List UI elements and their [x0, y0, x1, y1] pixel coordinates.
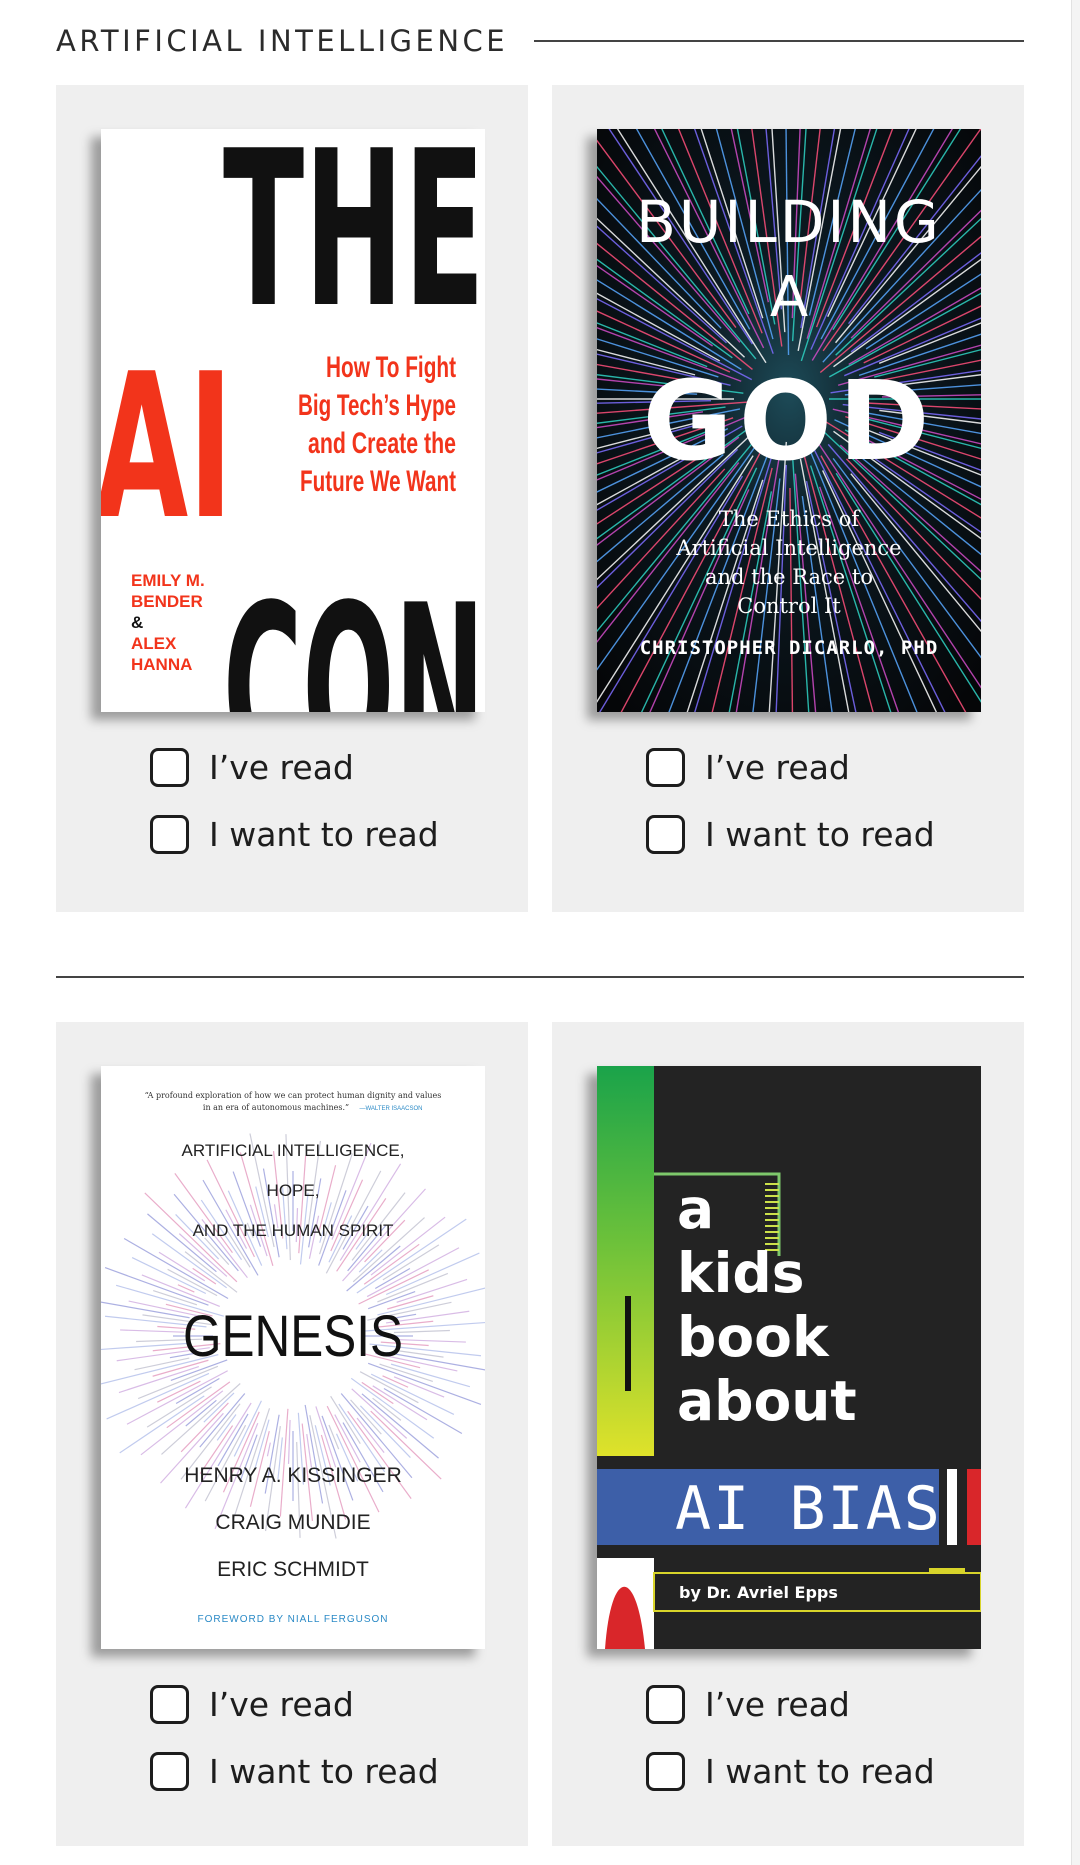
- want-to-read-checkbox[interactable]: I want to read: [646, 812, 935, 856]
- checkbox-square[interactable]: [646, 747, 685, 787]
- book-cover-kids-ai-bias[interactable]: a kids book about AI BIAS by Dr. Avriel …: [597, 1066, 981, 1649]
- god-title-3: GOD: [642, 357, 935, 485]
- checkbox-square[interactable]: [646, 1684, 685, 1724]
- god-title-1: BUILDING: [636, 188, 942, 256]
- book-checks-ai-con: I’ve read I want to read: [150, 745, 439, 879]
- genesis-subtitle-1: ARTIFICIAL INTELLIGENCE,: [182, 1141, 405, 1160]
- ai-con-subtitle-3: and Create the: [308, 427, 456, 460]
- ive-read-label: I’ve read: [209, 1684, 354, 1724]
- book-card-ai-con: THE AI How To Fight Big Tech’s Hype and …: [56, 85, 528, 912]
- god-subtitle-3: and the Race to: [705, 565, 873, 589]
- kids-title-1: a: [677, 1177, 714, 1241]
- ai-con-title-the: THE: [223, 129, 485, 355]
- book-checks-building-a-god: I’ve read I want to read: [646, 745, 935, 879]
- genesis-author-3: ERIC SCHMIDT: [217, 1558, 369, 1581]
- ai-con-author-3: ALEX: [131, 634, 177, 653]
- god-title-2: A: [770, 265, 808, 330]
- checkbox-square[interactable]: [150, 1751, 189, 1791]
- genesis-cover-image: “A profound exploration of how we can pr…: [101, 1066, 485, 1649]
- book-card-building-a-god: BUILDING A GOD The Ethics of Artificial …: [552, 85, 1024, 912]
- section-divider: [534, 40, 1024, 42]
- section-header: ARTIFICIAL INTELLIGENCE: [56, 18, 1024, 64]
- genesis-title: GENESIS: [183, 1304, 403, 1369]
- ai-con-subtitle-4: Future We Want: [300, 465, 456, 498]
- genesis-subtitle-3: AND THE HUMAN SPIRIT: [193, 1221, 394, 1240]
- ai-con-author-4: HANNA: [131, 655, 192, 674]
- ive-read-label: I’ve read: [705, 1684, 850, 1724]
- kids-title-2: kids: [677, 1241, 805, 1305]
- kids-topic: AI BIAS: [675, 1474, 942, 1544]
- ive-read-checkbox[interactable]: I’ve read: [646, 745, 935, 789]
- ai-con-subtitle-2: Big Tech’s Hype: [298, 389, 456, 422]
- god-subtitle-2: Artificial Intelligence: [675, 536, 901, 560]
- ive-read-checkbox[interactable]: I’ve read: [150, 745, 439, 789]
- checkbox-square[interactable]: [646, 1751, 685, 1791]
- genesis-subtitle-2: HOPE,: [267, 1181, 320, 1200]
- god-author: CHRISTOPHER DICARLO, PHD: [640, 637, 939, 659]
- scrollbar[interactable]: [1071, 0, 1080, 1865]
- checkbox-square[interactable]: [150, 1684, 189, 1724]
- want-to-read-checkbox[interactable]: I want to read: [646, 1749, 935, 1793]
- genesis-author-2: CRAIG MUNDIE: [215, 1511, 370, 1534]
- want-to-read-label: I want to read: [209, 814, 439, 854]
- ai-con-cover-image: THE AI How To Fight Big Tech’s Hype and …: [101, 129, 485, 712]
- ai-con-author-amp: &: [131, 613, 143, 632]
- ai-con-author-1: EMILY M.: [131, 571, 205, 590]
- building-a-god-cover-image: BUILDING A GOD The Ethics of Artificial …: [597, 129, 981, 712]
- want-to-read-checkbox[interactable]: I want to read: [150, 812, 439, 856]
- god-subtitle-1: The Ethics of: [719, 507, 862, 531]
- god-subtitle-4: Control It: [737, 594, 841, 618]
- book-cover-ai-con[interactable]: THE AI How To Fight Big Tech’s Hype and …: [101, 129, 485, 712]
- genesis-quote-attribution: —WALTER ISAACSON: [359, 1106, 422, 1112]
- want-to-read-label: I want to read: [209, 1751, 439, 1791]
- kids-author: by Dr. Avriel Epps: [679, 1583, 838, 1602]
- genesis-quote-1: “A profound exploration of how we can pr…: [145, 1091, 442, 1100]
- checkbox-square[interactable]: [150, 747, 189, 787]
- ai-con-author-2: BENDER: [131, 592, 203, 611]
- ai-con-subtitle-1: How To Fight: [326, 351, 456, 384]
- book-card-kids-ai-bias: a kids book about AI BIAS by Dr. Avriel …: [552, 1022, 1024, 1846]
- kids-ai-bias-cover-image: a kids book about AI BIAS by Dr. Avriel …: [597, 1066, 981, 1649]
- book-card-genesis: “A profound exploration of how we can pr…: [56, 1022, 528, 1846]
- want-to-read-label: I want to read: [705, 814, 935, 854]
- ive-read-checkbox[interactable]: I’ve read: [150, 1682, 439, 1726]
- book-checks-kids-ai-bias: I’ve read I want to read: [646, 1682, 935, 1816]
- genesis-quote-2: in an era of autonomous machines.”: [203, 1103, 349, 1112]
- kids-title-4: about: [677, 1369, 857, 1433]
- genesis-foreword: FOREWORD BY NIALL FERGUSON: [197, 1614, 388, 1625]
- genesis-author-1: HENRY A. KISSINGER: [184, 1464, 401, 1487]
- section-title: ARTIFICIAL INTELLIGENCE: [56, 24, 509, 58]
- ai-con-title-ai: AI: [101, 331, 233, 564]
- ive-read-checkbox[interactable]: I’ve read: [646, 1682, 935, 1726]
- book-cover-genesis[interactable]: “A profound exploration of how we can pr…: [101, 1066, 485, 1649]
- checkbox-square[interactable]: [150, 814, 189, 854]
- row-divider: [56, 976, 1024, 978]
- book-cover-building-a-god[interactable]: BUILDING A GOD The Ethics of Artificial …: [597, 129, 981, 712]
- checkbox-square[interactable]: [646, 814, 685, 854]
- want-to-read-label: I want to read: [705, 1751, 935, 1791]
- kids-title-3: book: [677, 1305, 830, 1369]
- ai-con-title-con: CON: [223, 557, 485, 712]
- ive-read-label: I’ve read: [705, 747, 850, 787]
- book-checks-genesis: I’ve read I want to read: [150, 1682, 439, 1816]
- want-to-read-checkbox[interactable]: I want to read: [150, 1749, 439, 1793]
- ive-read-label: I’ve read: [209, 747, 354, 787]
